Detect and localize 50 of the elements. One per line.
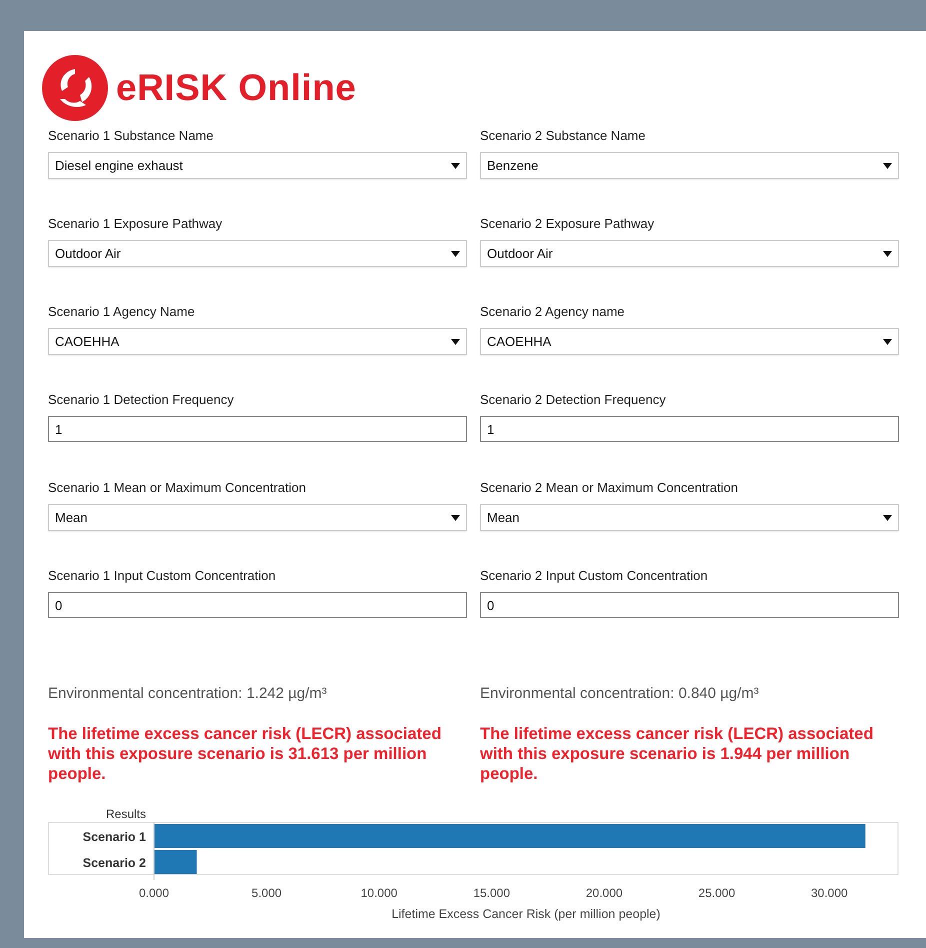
category-label: Scenario 2	[82, 856, 146, 870]
concentration-text: Environmental concentration: 1.242 µg/m³	[48, 684, 328, 704]
dropdown[interactable]: Outdoor Air	[480, 240, 899, 267]
dropdown[interactable]: Mean	[480, 504, 899, 531]
concentration-text: Environmental concentration: 0.840 µg/m³	[480, 684, 760, 704]
field-label: Scenario 1 Agency Name	[48, 304, 196, 320]
input-field[interactable]: 0	[480, 592, 899, 618]
dropdown[interactable]: Benzene	[480, 152, 899, 179]
field-label: Scenario 1 Detection Frequency	[48, 392, 235, 408]
dropdown[interactable]: Mean	[48, 504, 467, 531]
input-field[interactable]: 0	[48, 592, 467, 618]
dropdown[interactable]: Diesel engine exhaust	[48, 152, 467, 179]
field-label: Scenario 1 Mean or Maximum Concentration	[48, 480, 307, 496]
bar	[154, 850, 197, 874]
dropdown-caret-icon	[883, 514, 892, 520]
dropdown-caret-icon	[451, 514, 460, 520]
tick-label: 20.000	[586, 886, 623, 900]
tick-label: 30.000	[811, 886, 848, 900]
dropdown-caret-icon	[883, 162, 892, 168]
risk-statement: The lifetime excess cancer risk (LECR) associated with this exposure scenario is 31.613 per million people.	[48, 724, 442, 784]
axis-title: Lifetime Excess Cancer Risk (per million people)	[392, 906, 660, 920]
dropdown[interactable]: CAOEHHA	[48, 328, 467, 355]
field-label: Scenario 2 Agency name	[480, 304, 626, 320]
input-field[interactable]: 1	[48, 416, 467, 442]
chart-title: Results	[106, 806, 146, 820]
dropdown-caret-icon	[451, 338, 460, 344]
field-label: Scenario 1 Input Custom Concentration	[48, 568, 277, 584]
dropdown[interactable]: CAOEHHA	[480, 328, 899, 355]
field-label: Scenario 2 Exposure Pathway	[480, 216, 656, 232]
dropdown[interactable]: Outdoor Air	[48, 240, 467, 267]
risk-statement: The lifetime excess cancer risk (LECR) associated with this exposure scenario is 1.944 per million people.	[480, 724, 874, 784]
logo-text: eRISK Online	[116, 66, 356, 110]
tick-label: 5.000	[252, 886, 282, 900]
tick-label: 25.000	[698, 886, 736, 900]
input-field[interactable]: 1	[480, 416, 899, 442]
dropdown-caret-icon	[451, 162, 460, 168]
field-label: Scenario 2 Input Custom Concentration	[480, 568, 709, 584]
dropdown-caret-icon	[883, 338, 892, 344]
dropdown-caret-icon	[883, 250, 892, 256]
tick-label: 15.000	[473, 886, 510, 900]
field-label: Scenario 1 Exposure Pathway	[48, 216, 224, 232]
field-label: Scenario 2 Mean or Maximum Concentration	[480, 480, 739, 496]
field-label: Scenario 2 Substance Name	[480, 128, 646, 144]
logo-icon	[42, 55, 108, 121]
category-label: Scenario 1	[82, 830, 146, 844]
dropdown-caret-icon	[451, 250, 460, 256]
tick-label: 0.000	[138, 886, 170, 900]
field-label: Scenario 1 Substance Name	[48, 128, 214, 144]
tick-label: 10.000	[360, 886, 398, 900]
field-label: Scenario 2 Detection Frequency	[480, 392, 667, 408]
